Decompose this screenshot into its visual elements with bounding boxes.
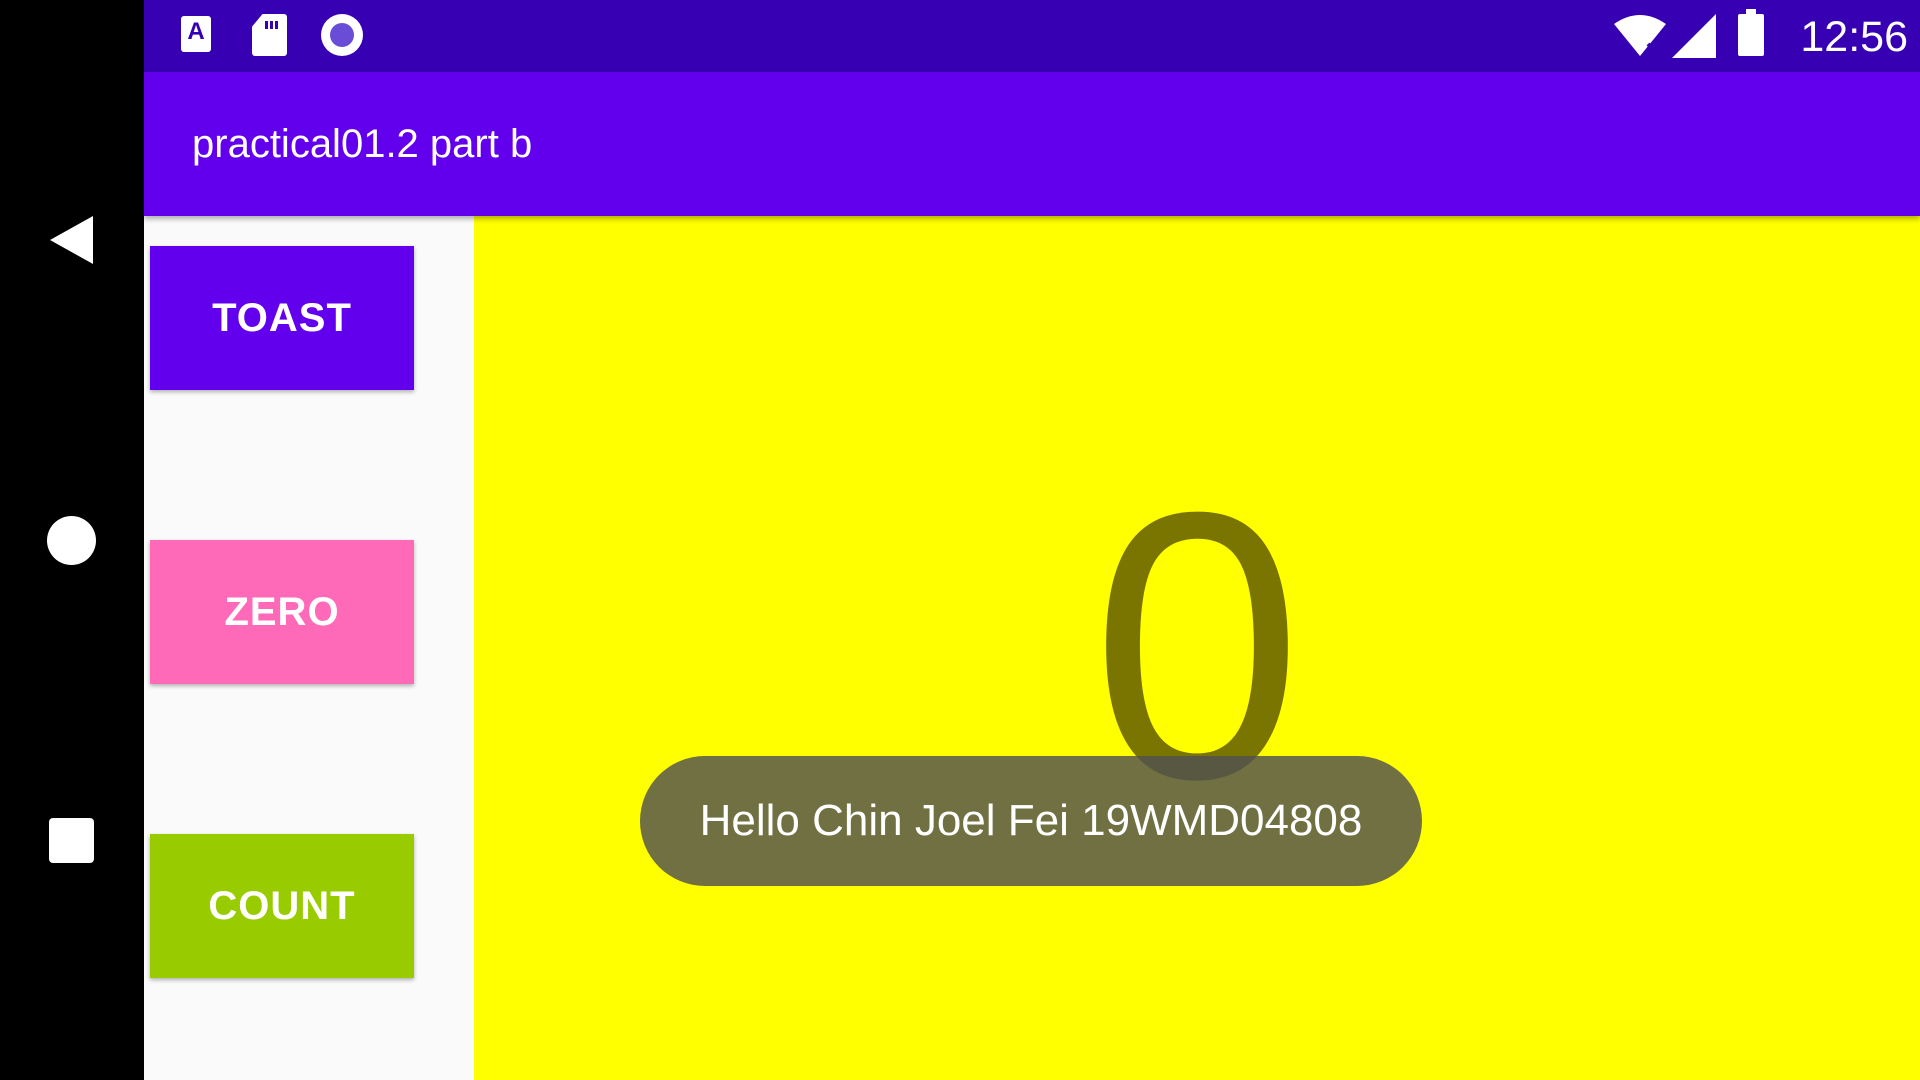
circle-status-icon [321, 14, 363, 56]
app-bar: practical01.2 part b [144, 72, 1920, 216]
navigation-bar [0, 0, 144, 1080]
sd-card-icon [252, 14, 287, 56]
main-content: TOAST ZERO COUNT 0 [144, 216, 1920, 1080]
wifi-off-icon [1614, 15, 1666, 56]
recents-icon[interactable] [49, 818, 94, 863]
zero-button[interactable]: ZERO [150, 540, 414, 684]
status-bar: A 12:56 [144, 0, 1920, 72]
toast-button[interactable]: TOAST [150, 246, 414, 390]
count-button[interactable]: COUNT [150, 834, 414, 978]
app-title: practical01.2 part b [192, 122, 533, 166]
clock: 12:56 [1800, 13, 1908, 61]
battery-icon [1738, 9, 1764, 56]
toast-message: Hello Chin Joel Fei 19WMD04808 [640, 756, 1422, 886]
home-icon[interactable] [47, 516, 96, 565]
signal-icon [1672, 14, 1716, 58]
app-a-icon: A [181, 16, 211, 52]
back-icon[interactable] [50, 216, 93, 264]
count-panel: 0 [474, 216, 1920, 1080]
